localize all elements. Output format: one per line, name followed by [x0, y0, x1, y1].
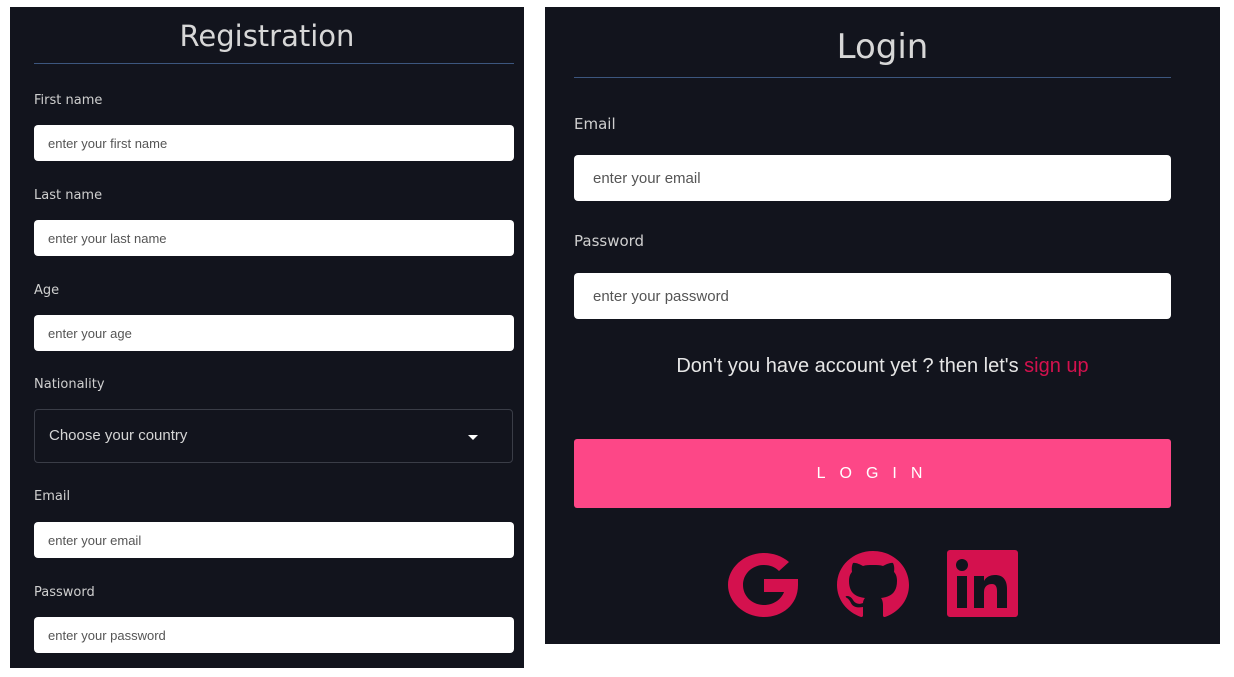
registration-panel: Registration First name Last name Age Na…	[10, 7, 524, 668]
last-name-label: Last name	[34, 188, 103, 203]
google-icon	[728, 553, 798, 617]
age-label: Age	[34, 283, 60, 298]
email-input[interactable]	[34, 522, 514, 558]
password-label: Password	[34, 585, 95, 600]
email-label: Email	[34, 489, 71, 504]
github-login-button[interactable]	[833, 549, 913, 621]
login-divider	[574, 77, 1171, 78]
signup-link[interactable]: sign up	[1024, 355, 1089, 377]
nationality-select-value: Choose your country	[49, 427, 188, 444]
registration-title: Registration	[179, 19, 355, 53]
registration-divider	[34, 63, 514, 64]
login-password-input[interactable]	[574, 273, 1171, 319]
login-email-input[interactable]	[574, 155, 1171, 201]
login-panel: Login Email Password Don't you have acco…	[545, 7, 1220, 644]
google-login-button[interactable]	[724, 549, 804, 621]
login-email-label: Email	[574, 115, 616, 133]
nationality-select[interactable]: Choose your country	[34, 409, 513, 463]
age-input[interactable]	[34, 315, 514, 351]
first-name-label: First name	[34, 93, 103, 108]
login-password-label: Password	[574, 232, 645, 250]
caret-down-icon	[468, 435, 478, 440]
login-button[interactable]: LOGIN	[574, 439, 1171, 508]
github-icon	[837, 551, 909, 617]
linkedin-login-button[interactable]	[947, 550, 1018, 617]
linkedin-icon	[947, 550, 1018, 617]
signup-prompt-text: Don't you have account yet ? then let's	[676, 355, 1019, 377]
nationality-label: Nationality	[34, 377, 105, 392]
signup-prompt: Don't you have account yet ? then let's …	[545, 355, 1220, 378]
first-name-input[interactable]	[34, 125, 514, 161]
last-name-input[interactable]	[34, 220, 514, 256]
login-title: Login	[836, 27, 929, 67]
password-input[interactable]	[34, 617, 514, 653]
